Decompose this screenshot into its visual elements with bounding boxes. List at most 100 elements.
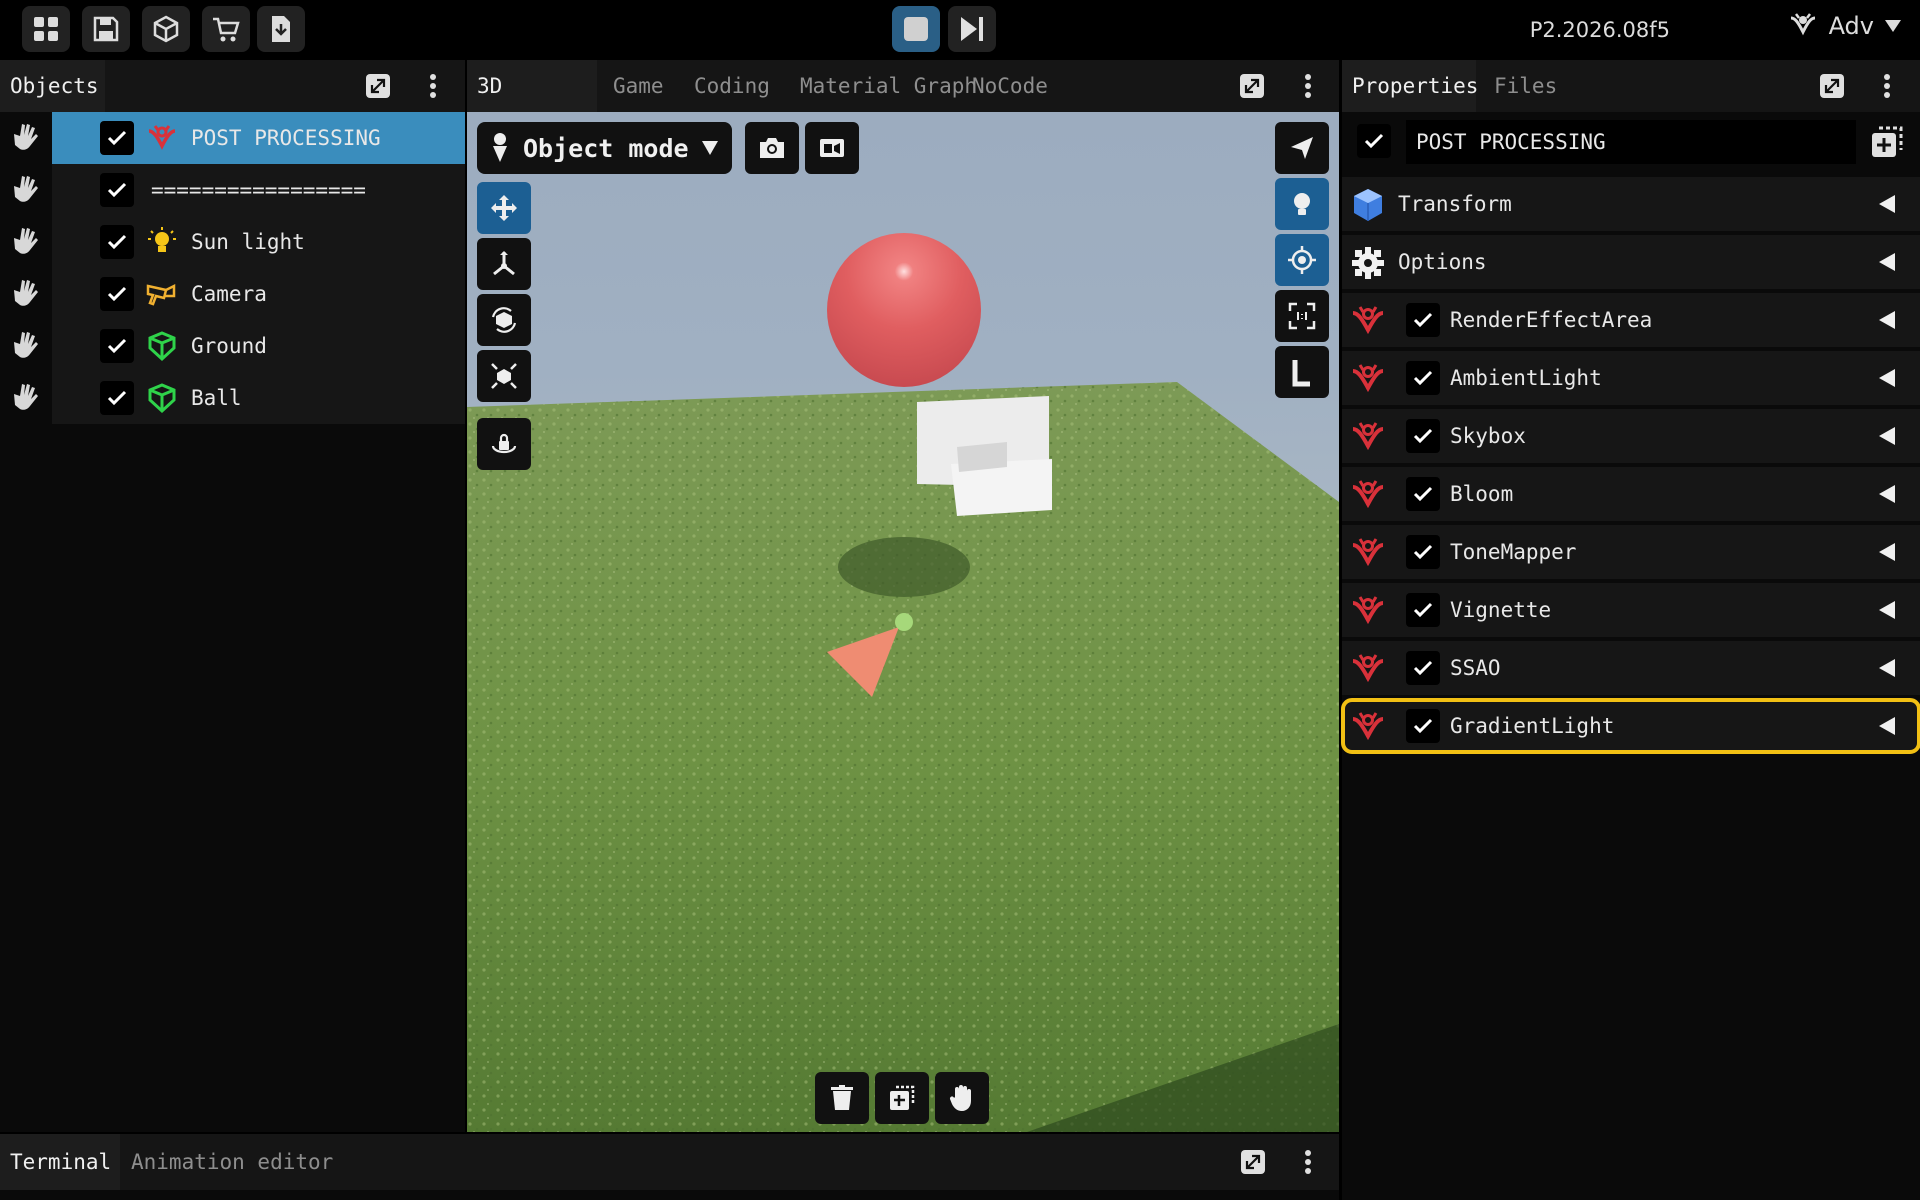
tab-nocode[interactable]: NoCode [962, 60, 1058, 112]
tab-coding[interactable]: Coding [684, 60, 780, 112]
tab-material-graph[interactable]: Material Graph [790, 60, 987, 112]
version-label: P2.2026.08f5 [1529, 18, 1670, 42]
visibility-checkbox[interactable] [100, 329, 134, 363]
add-component-icon[interactable] [1869, 124, 1907, 162]
terminal-menu-button[interactable] [1293, 1147, 1323, 1177]
save-button[interactable] [82, 6, 130, 52]
drag-hand-icon[interactable] [8, 276, 44, 312]
step-button[interactable] [948, 6, 996, 52]
component-gradient-light[interactable]: GradientLight [1341, 698, 1920, 754]
account-menu[interactable]: Adv [1787, 10, 1902, 42]
tab-objects[interactable]: Objects [0, 60, 105, 112]
object-row-ball[interactable]: Ball [0, 372, 465, 424]
visibility-checkbox[interactable] [100, 173, 134, 207]
maximize-objects-button[interactable] [363, 71, 393, 101]
drag-hand-icon[interactable] [8, 224, 44, 260]
import-button[interactable] [257, 6, 305, 52]
object-enabled-checkbox[interactable] [1357, 124, 1391, 158]
drag-hand-icon[interactable] [8, 380, 44, 416]
maximize-editor-button[interactable] [1237, 71, 1267, 101]
post-processing-icon [1352, 422, 1384, 451]
collapse-arrow-icon[interactable] [1878, 542, 1896, 562]
collapse-arrow-icon[interactable] [1878, 368, 1896, 388]
editor-menu-button[interactable] [1293, 71, 1323, 101]
options-section[interactable]: Options [1342, 235, 1920, 289]
visibility-checkbox[interactable] [100, 121, 134, 155]
component-vignette[interactable]: Vignette [1342, 583, 1920, 637]
collapse-arrow-icon[interactable] [1878, 658, 1896, 678]
component-skybox[interactable]: Skybox [1342, 409, 1920, 463]
3d-viewport[interactable]: Object mode [467, 112, 1339, 1132]
component-enabled-checkbox[interactable] [1406, 361, 1440, 395]
collapse-arrow-icon[interactable] [1878, 426, 1896, 446]
object-name-input[interactable] [1406, 120, 1856, 164]
store-button[interactable] [202, 6, 250, 52]
editor-header: 3D Editor Game Coding Material Graph NoC… [467, 60, 1339, 150]
tab-terminal[interactable]: Terminal [0, 1134, 120, 1190]
collapse-arrow-icon[interactable] [1878, 600, 1896, 620]
tab-game[interactable]: Game [603, 60, 674, 112]
component-ssao[interactable]: SSAO [1342, 641, 1920, 695]
component-enabled-checkbox[interactable] [1406, 709, 1440, 743]
tab-files[interactable]: Files [1484, 60, 1567, 112]
local-space-button[interactable] [1275, 346, 1329, 398]
pan-hand-button[interactable] [935, 1072, 989, 1124]
actual-size-button[interactable] [1275, 290, 1329, 342]
collapse-arrow-icon[interactable] [1878, 194, 1896, 214]
objects-button[interactable] [142, 6, 190, 52]
axis-tool-button[interactable] [477, 238, 531, 290]
tab-properties[interactable]: Properties [1342, 60, 1478, 112]
drag-hand-icon[interactable] [8, 328, 44, 364]
tab-3d-editor[interactable]: 3D Editor [467, 60, 597, 150]
checkmark-icon [107, 338, 127, 354]
maximize-properties-button[interactable] [1817, 71, 1847, 101]
collapse-arrow-icon[interactable] [1878, 252, 1896, 272]
lighting-toggle-button[interactable] [1275, 178, 1329, 230]
drag-hand-icon[interactable] [8, 120, 44, 156]
properties-menu-button[interactable] [1872, 71, 1902, 101]
lightbulb-icon [1294, 193, 1310, 215]
component-enabled-checkbox[interactable] [1406, 419, 1440, 453]
tab-animation-editor[interactable]: Animation editor [121, 1134, 343, 1190]
checkmark-icon [1413, 718, 1433, 734]
duplicate-button[interactable] [875, 1072, 929, 1124]
component-enabled-checkbox[interactable] [1406, 651, 1440, 685]
collapse-arrow-icon[interactable] [1878, 716, 1896, 736]
component-ambient-light[interactable]: AmbientLight [1342, 351, 1920, 405]
objects-menu-button[interactable] [418, 71, 448, 101]
move-tool-button[interactable] [477, 182, 531, 234]
scale-tool-button[interactable] [477, 350, 531, 402]
visibility-checkbox[interactable] [100, 225, 134, 259]
component-enabled-checkbox[interactable] [1406, 535, 1440, 569]
orbit-lock-button[interactable] [477, 418, 531, 470]
delete-button[interactable] [815, 1072, 869, 1124]
visibility-checkbox[interactable] [100, 381, 134, 415]
grid-menu-button[interactable] [22, 6, 70, 52]
object-row-sun-light[interactable]: Sun light [0, 216, 465, 268]
component-render-effect-area[interactable]: RenderEffectArea [1342, 293, 1920, 347]
mode-select[interactable]: Object mode [477, 122, 732, 174]
component-enabled-checkbox[interactable] [1406, 303, 1440, 337]
properties-header: Properties Files [1342, 60, 1920, 112]
stop-button[interactable] [892, 6, 940, 52]
scale-cube-icon [491, 363, 517, 389]
component-enabled-checkbox[interactable] [1406, 593, 1440, 627]
object-row-camera[interactable]: Camera [0, 268, 465, 320]
screenshot-button[interactable] [745, 122, 799, 174]
view-camera-button[interactable] [805, 122, 859, 174]
transform-section[interactable]: Transform [1342, 177, 1920, 231]
collapse-arrow-icon[interactable] [1878, 310, 1896, 330]
rotate-tool-button[interactable] [477, 294, 531, 346]
component-tone-mapper[interactable]: ToneMapper [1342, 525, 1920, 579]
maximize-terminal-button[interactable] [1238, 1147, 1268, 1177]
visibility-checkbox[interactable] [100, 277, 134, 311]
focus-target-button[interactable] [1275, 234, 1329, 286]
object-row-ground[interactable]: Ground [0, 320, 465, 372]
object-row-separator[interactable]: ================= [0, 164, 465, 216]
component-enabled-checkbox[interactable] [1406, 477, 1440, 511]
collapse-arrow-icon[interactable] [1878, 484, 1896, 504]
object-row-post-processing[interactable]: POST PROCESSING [0, 112, 465, 164]
drag-hand-icon[interactable] [8, 172, 44, 208]
component-bloom[interactable]: Bloom [1342, 467, 1920, 521]
select-tool-button[interactable] [1275, 122, 1329, 174]
